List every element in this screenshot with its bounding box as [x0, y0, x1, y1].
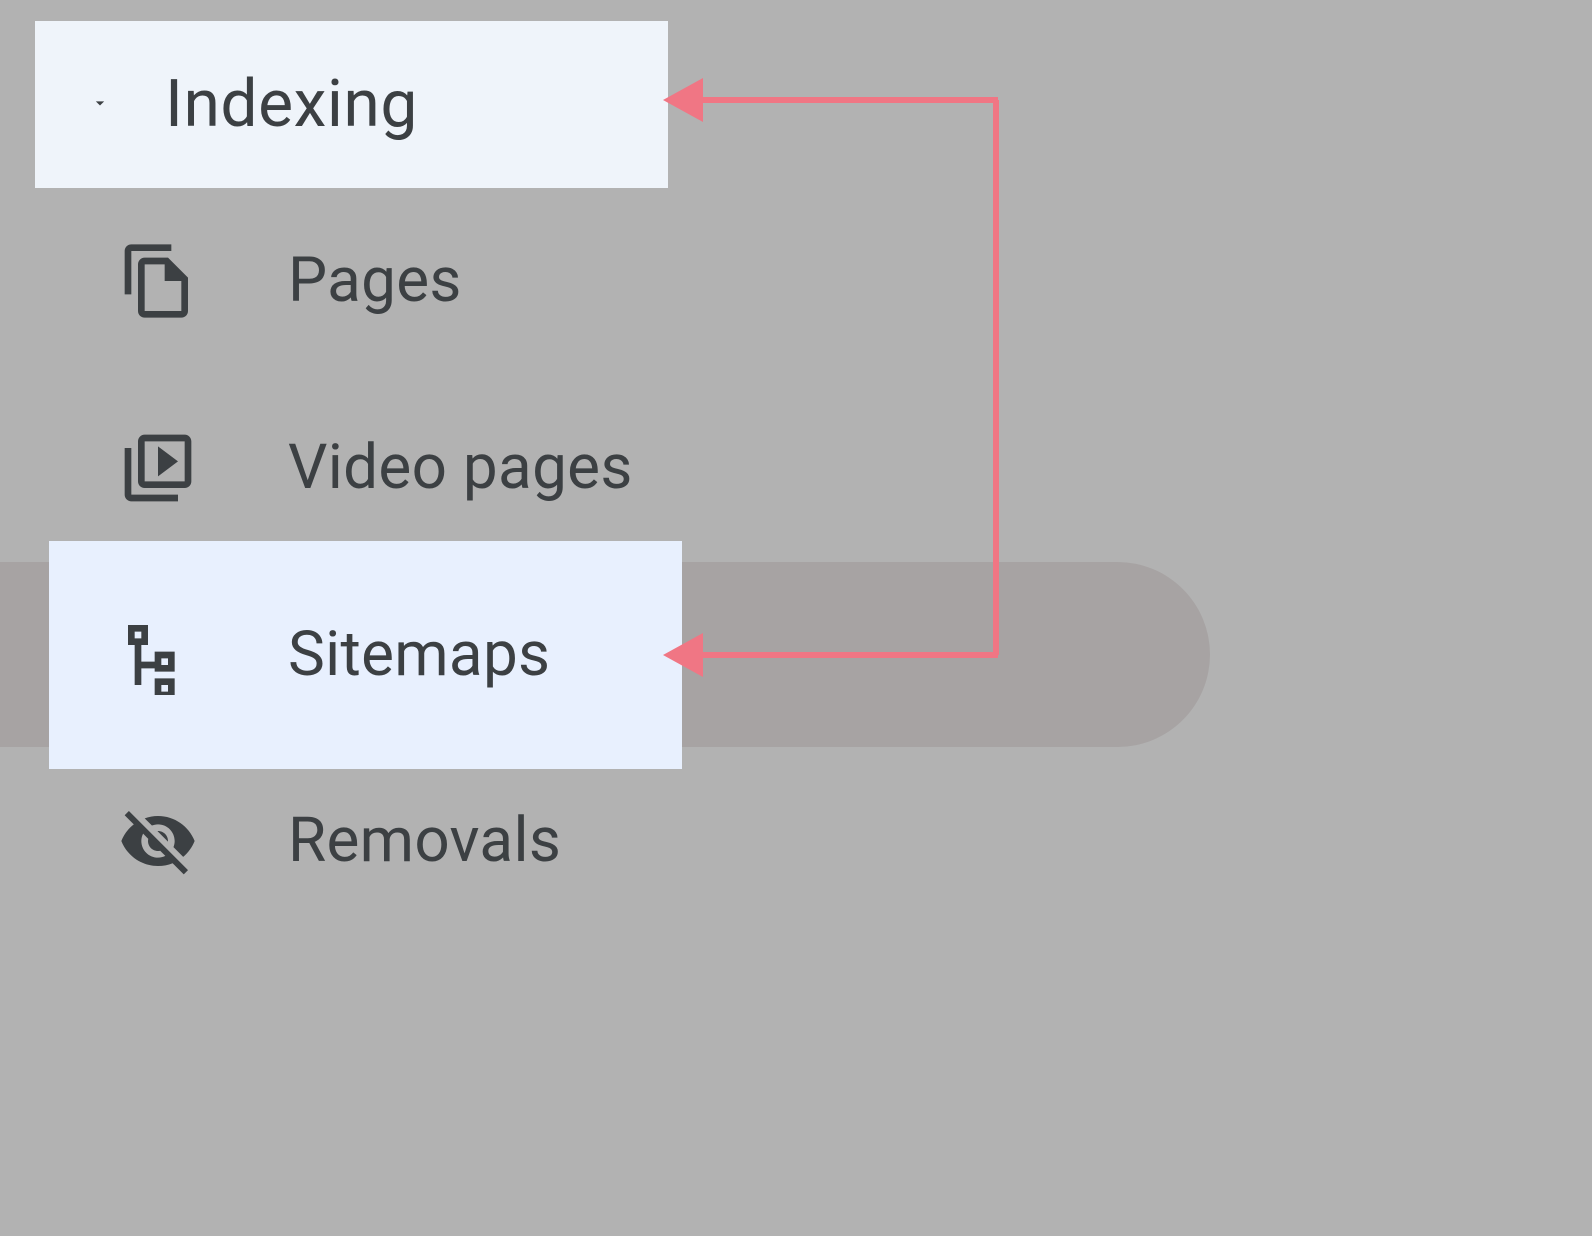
nav-label: Pages: [288, 244, 462, 317]
nav-label: Video pages: [288, 431, 633, 504]
video-pages-icon: [118, 428, 198, 508]
arrowhead-icon: [663, 78, 703, 122]
nav-label: Sitemaps: [288, 618, 550, 691]
sitemaps-icon: [118, 615, 198, 695]
sidebar-navigation: Indexing Pages Video pages Sitemaps Remo…: [0, 0, 1592, 1236]
visibility-off-icon: [118, 801, 198, 881]
arrow-line: [700, 97, 998, 103]
sidebar-item-pages[interactable]: Pages: [0, 188, 680, 373]
pages-icon: [118, 241, 198, 321]
sidebar-section-indexing[interactable]: Indexing: [35, 21, 668, 188]
nav-label: Removals: [288, 804, 561, 877]
caret-down-icon: [85, 93, 115, 117]
sidebar-item-sitemaps[interactable]: Sitemaps: [0, 562, 1210, 747]
sidebar-item-video-pages[interactable]: Video pages: [0, 375, 680, 560]
sidebar-item-removals[interactable]: Removals: [0, 748, 680, 933]
section-title: Indexing: [165, 66, 418, 143]
